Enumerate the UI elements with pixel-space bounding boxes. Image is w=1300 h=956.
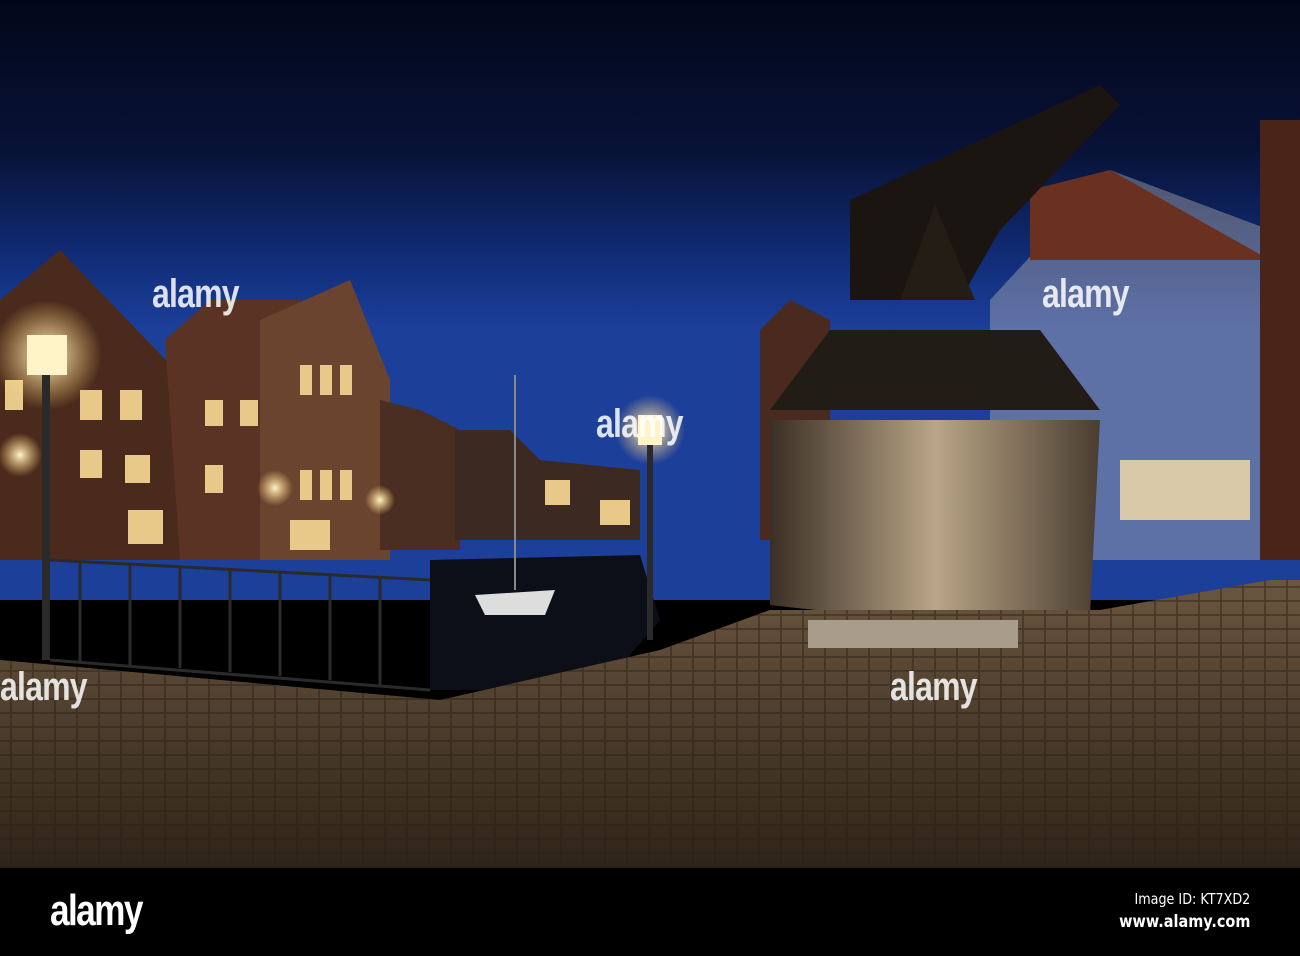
- watermark: alamy: [596, 402, 684, 446]
- watermark: alamy: [0, 665, 88, 709]
- bench: [808, 620, 1018, 648]
- stock-photo-page: alamy alamy alamy alamy alamy alamy Imag…: [0, 0, 1300, 956]
- image-id: Image ID: KT7XD2: [1134, 890, 1250, 908]
- watermark: alamy: [890, 665, 978, 709]
- footer-bar: alamy Image ID: KT7XD2 www.alamy.com: [0, 868, 1300, 956]
- site-url[interactable]: www.alamy.com: [1119, 912, 1250, 932]
- watermark: alamy: [152, 272, 240, 316]
- watermark: alamy: [1042, 272, 1130, 316]
- alamy-logo: alamy: [50, 886, 143, 935]
